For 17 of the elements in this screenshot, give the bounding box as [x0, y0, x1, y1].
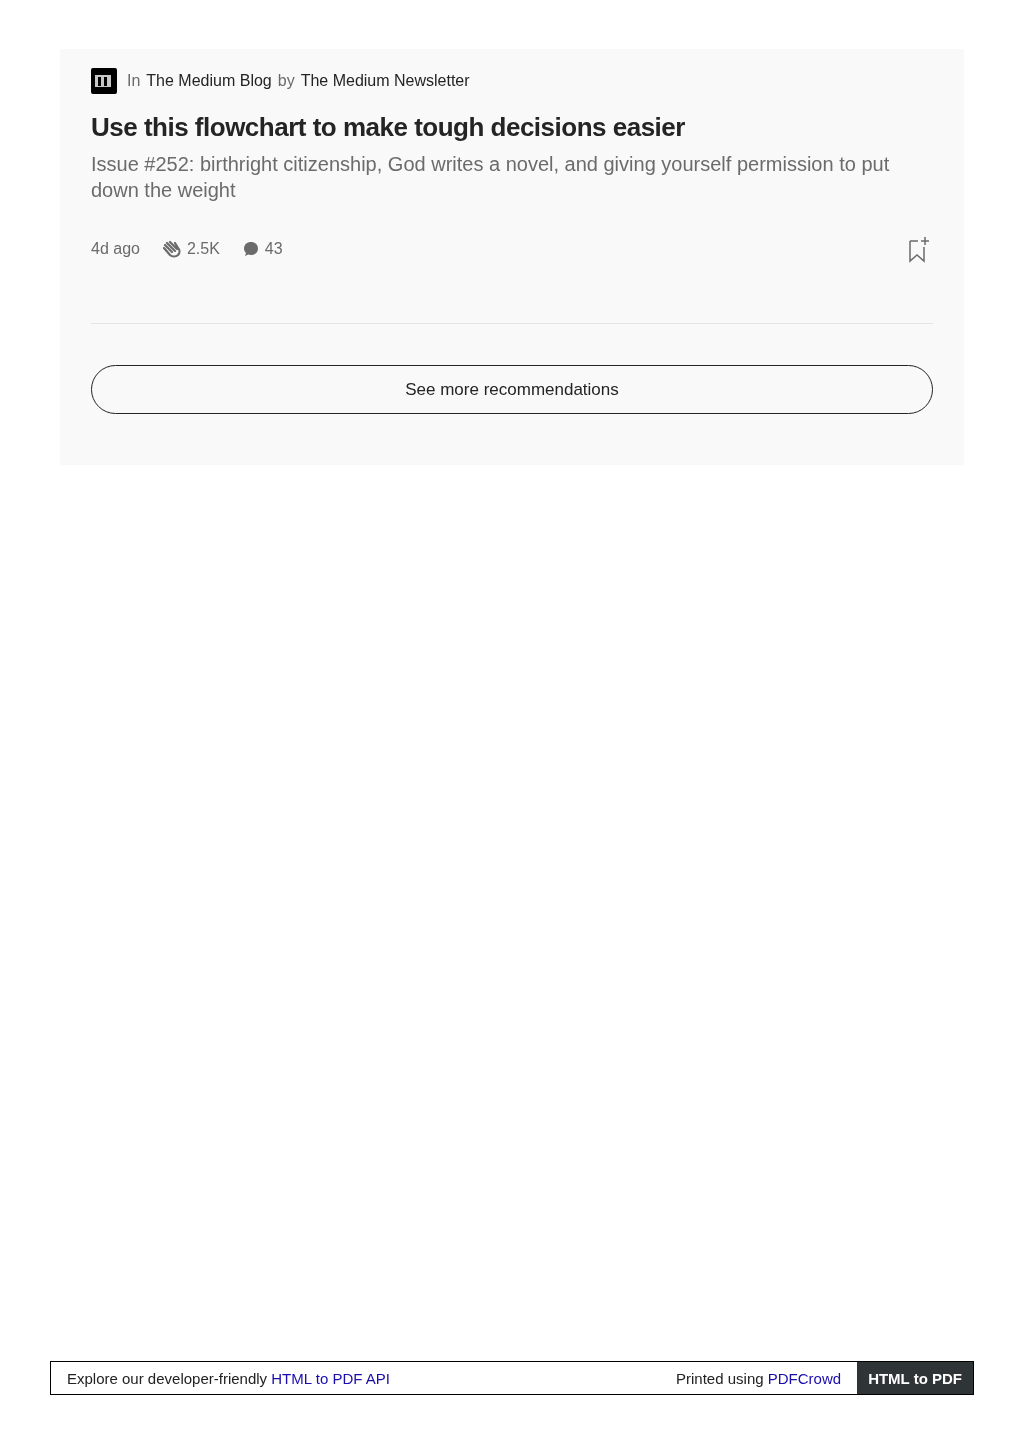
author-link[interactable]: The Medium Newsletter [300, 72, 470, 90]
clap-count: 2.5K [186, 240, 220, 258]
response-count: 43 [264, 240, 283, 258]
clap-icon [161, 240, 182, 258]
in-label: In [127, 72, 141, 90]
api-link[interactable]: HTML to PDF API [271, 1369, 390, 1387]
by-label: by [277, 72, 295, 90]
footer-promo: Explore our developer-friendly HTML to PDF API [66, 1368, 391, 1389]
post-age: 4d ago [91, 240, 140, 258]
article-subtitle: Issue #252: birthright citizenship, God writes a novel, and giving yourself permission to put down the weight [91, 152, 891, 203]
printed-note: Printed using PDFCrowd [675, 1368, 843, 1389]
html-to-pdf-badge[interactable]: HTML to PDF [857, 1362, 973, 1394]
pdfcrowd-link[interactable]: PDFCrowd [767, 1369, 842, 1387]
article-title[interactable]: Use this flowchart to make tough decisions easier [91, 112, 933, 143]
comment-icon [241, 240, 260, 258]
publication-logo-icon[interactable] [91, 68, 117, 94]
publication-link[interactable]: The Medium Blog [146, 72, 272, 90]
